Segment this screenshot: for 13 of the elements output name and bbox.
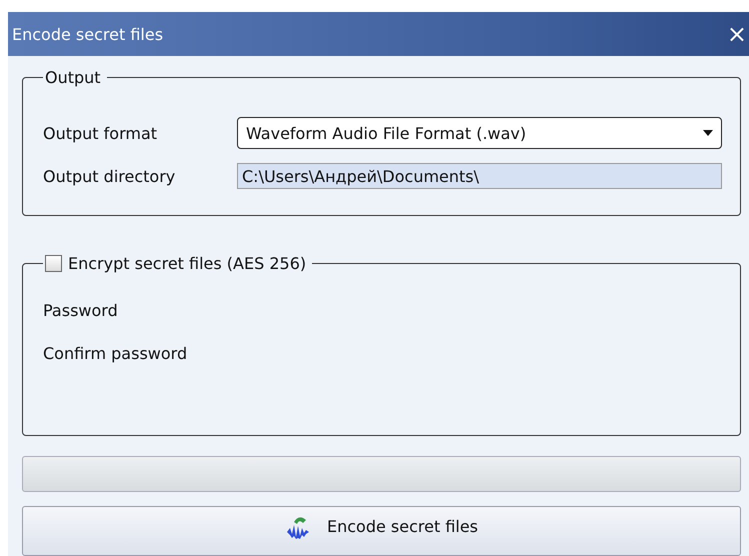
- group-title: Output: [45, 68, 101, 87]
- caret-icon: [703, 130, 713, 136]
- field-label: Output format: [43, 124, 158, 142]
- checkbox-label: Encrypt secret files (AES 256): [68, 254, 306, 273]
- checkbox[interactable]: [45, 255, 62, 272]
- format-dropdown[interactable]: Waveform Audio File Format (.wav): [237, 117, 722, 149]
- field-label: Password: [43, 301, 119, 320]
- field-label: Output directory: [43, 166, 176, 186]
- field-label: Confirm password: [43, 344, 188, 363]
- window-title: Encode secret files: [12, 24, 164, 44]
- directory-field[interactable]: C:\Users\Андрей\Documents\: [237, 163, 722, 189]
- encode-button[interactable]: Encode secret files: [22, 506, 741, 556]
- close-button[interactable]: ×: [724, 22, 749, 46]
